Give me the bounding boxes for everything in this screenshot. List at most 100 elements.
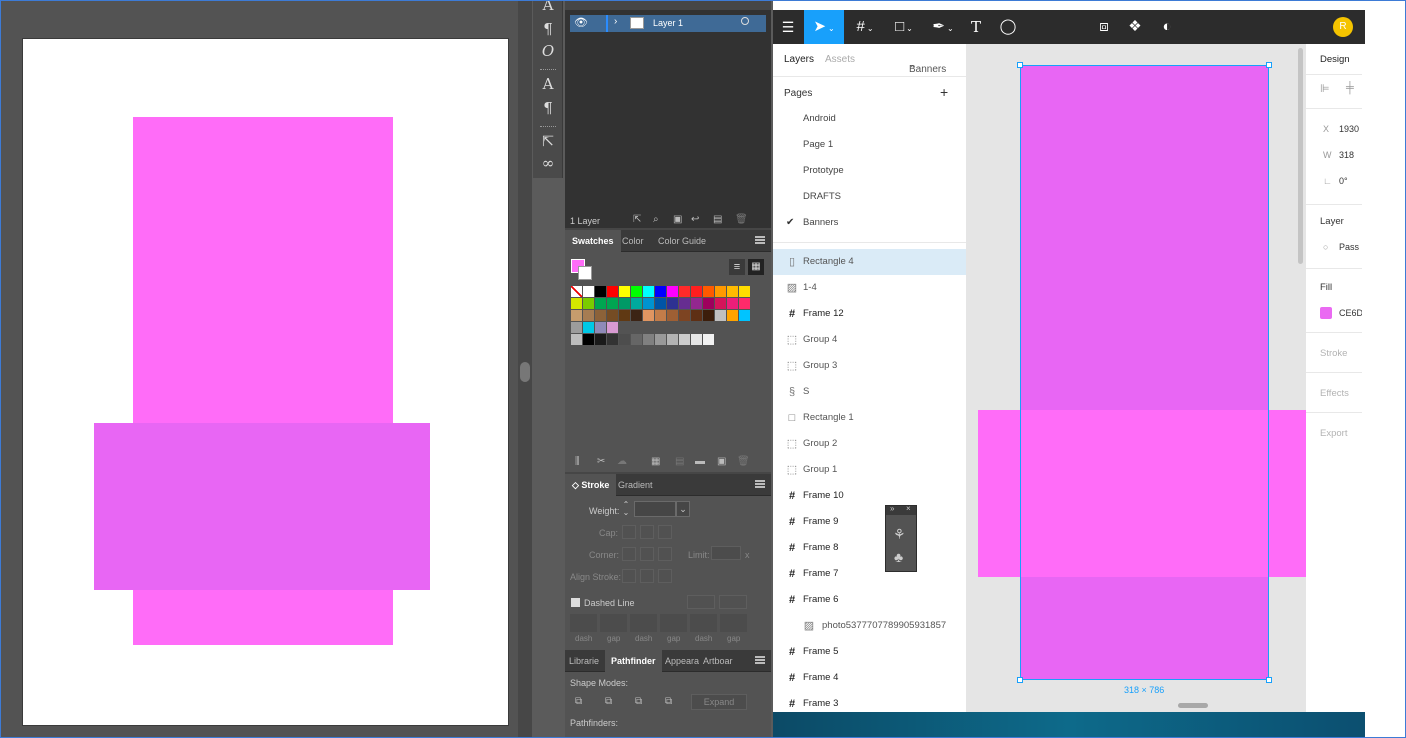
color-swatch[interactable] — [691, 310, 702, 321]
none-swatch[interactable] — [571, 286, 582, 297]
color-swatch[interactable] — [607, 298, 618, 309]
fill-hex-input[interactable]: CE6D — [1339, 308, 1362, 318]
dash-field[interactable] — [690, 614, 717, 632]
color-swatch[interactable] — [715, 298, 726, 309]
color-swatch[interactable] — [727, 286, 738, 297]
illustrator-artboard[interactable] — [23, 39, 508, 725]
stroke-section-title[interactable]: Stroke — [1320, 348, 1347, 359]
trash-icon[interactable]: 🗑 — [737, 456, 750, 467]
page-item[interactable]: Prototype — [803, 165, 844, 176]
blend-mode-select[interactable]: Pass — [1339, 242, 1359, 252]
color-swatch[interactable] — [739, 298, 750, 309]
color-swatch[interactable] — [571, 298, 582, 309]
layer-row[interactable]: □ Rectangle 1 — [773, 405, 966, 431]
canvas-horizontal-scrollbar[interactable] — [1178, 703, 1208, 708]
color-swatch[interactable] — [631, 286, 642, 297]
color-swatch[interactable] — [691, 334, 702, 345]
text-tool-icon[interactable]: T — [963, 10, 989, 44]
components-icon[interactable]: ❖ — [1122, 10, 1148, 44]
layer-row[interactable]: # Frame 10 — [773, 483, 966, 509]
color-swatch[interactable] — [595, 310, 606, 321]
close-icon[interactable]: × — [906, 504, 911, 513]
color-swatch[interactable] — [643, 298, 654, 309]
align-center-icon[interactable]: ╪ — [1346, 82, 1354, 94]
color-swatch[interactable] — [727, 310, 738, 321]
rotation-input[interactable]: 0° — [1339, 176, 1348, 186]
color-swatch[interactable] — [679, 334, 690, 345]
align-dash-button[interactable] — [719, 595, 747, 609]
align-left-icon[interactable]: ⊫ — [1320, 82, 1330, 95]
symbols-icon[interactable]: ♣ — [894, 549, 903, 565]
color-swatch[interactable] — [631, 298, 642, 309]
color-group-icon[interactable]: ▤ — [675, 456, 684, 467]
pen-tool-button[interactable]: ✒ ⌄ — [925, 10, 961, 44]
color-swatch[interactable] — [607, 322, 618, 333]
color-swatch[interactable] — [595, 298, 606, 309]
color-swatch[interactable] — [739, 286, 750, 297]
cloud-icon[interactable]: ☁ — [617, 456, 627, 467]
tab-color[interactable]: Color — [615, 230, 651, 252]
layer-row[interactable]: # Frame 9 — [773, 509, 966, 535]
dashed-line-checkbox[interactable] — [571, 598, 580, 607]
color-swatch[interactable] — [595, 334, 606, 345]
tab-assets[interactable]: Assets — [825, 54, 855, 65]
color-swatch[interactable] — [643, 286, 654, 297]
contrast-icon[interactable]: ◐ — [1154, 10, 1180, 44]
opentype-icon[interactable]: O — [533, 42, 563, 60]
color-swatch[interactable] — [619, 310, 630, 321]
color-swatch[interactable] — [691, 298, 702, 309]
floating-panel[interactable]: » × ⚘ ♣ — [885, 504, 917, 572]
trash-icon[interactable]: 🗑 — [735, 214, 748, 225]
x-input[interactable]: 1930 — [1339, 124, 1359, 134]
color-swatch[interactable] — [703, 298, 714, 309]
page-item[interactable]: Page 1 — [803, 139, 833, 150]
color-swatch[interactable] — [679, 298, 690, 309]
color-swatch[interactable] — [715, 310, 726, 321]
color-swatch[interactable] — [643, 310, 654, 321]
page-item[interactable]: Android — [803, 113, 836, 124]
component-frame-icon[interactable]: ⧈ — [1091, 10, 1117, 44]
width-input[interactable]: 318 — [1339, 150, 1354, 160]
round-cap-button[interactable] — [640, 525, 654, 539]
layer-row[interactable]: ⬚ Group 3 — [773, 353, 966, 379]
color-swatch[interactable] — [643, 334, 654, 345]
color-swatch[interactable] — [583, 286, 594, 297]
color-swatch[interactable] — [703, 310, 714, 321]
color-swatch[interactable] — [583, 310, 594, 321]
resize-handle-top-left[interactable] — [1017, 62, 1023, 68]
export-section-title[interactable]: Export — [1320, 428, 1347, 439]
layer-row[interactable]: ▯ Rectangle 4 — [773, 249, 966, 275]
butt-cap-button[interactable] — [622, 525, 636, 539]
weight-stepper[interactable]: ⌃ ⌄ — [620, 501, 632, 519]
layer-row[interactable]: ⬚ Group 2 — [773, 431, 966, 457]
color-swatch[interactable] — [679, 310, 690, 321]
expand-button[interactable]: Expand — [691, 694, 747, 710]
weight-dropdown-chevron-icon[interactable]: ⌄ — [676, 501, 690, 517]
export-icon[interactable]: ⇱ — [533, 132, 563, 150]
move-tool-button[interactable]: ➤ ⌄ — [804, 10, 844, 44]
panel-menu-icon[interactable] — [755, 480, 765, 488]
color-swatch[interactable] — [631, 310, 642, 321]
tab-libraries[interactable]: Librarie — [565, 650, 603, 672]
tab-swatches[interactable]: Swatches — [565, 230, 621, 252]
unite-icon[interactable]: ⧉ — [575, 696, 582, 707]
grid-view-icon[interactable]: ▦ — [748, 259, 764, 275]
new-sublayer-icon[interactable]: ↩ — [691, 214, 699, 225]
gap-field[interactable] — [660, 614, 687, 632]
miter-join-button[interactable] — [622, 547, 636, 561]
intersect-icon[interactable]: ⧉ — [635, 696, 642, 707]
tab-appearance[interactable]: Appeara — [661, 650, 703, 672]
color-swatch[interactable] — [619, 298, 630, 309]
dash-field[interactable] — [570, 614, 597, 632]
comment-icon[interactable]: ◯ — [995, 10, 1021, 44]
layer-row[interactable]: # Frame 6 — [773, 587, 966, 613]
shape-tool-button[interactable]: □ ⌄ — [886, 10, 922, 44]
stroke-swatch[interactable] — [578, 266, 592, 280]
layer-row[interactable]: # Frame 5 — [773, 639, 966, 665]
color-swatch[interactable] — [619, 334, 630, 345]
layer-row[interactable]: 👁 › Layer 1 — [570, 15, 766, 32]
gap-field[interactable] — [720, 614, 747, 632]
user-avatar[interactable]: R — [1333, 17, 1353, 37]
swatch-library-icon[interactable]: ⫼ — [575, 456, 580, 467]
resize-handle-bottom-left[interactable] — [1017, 677, 1023, 683]
